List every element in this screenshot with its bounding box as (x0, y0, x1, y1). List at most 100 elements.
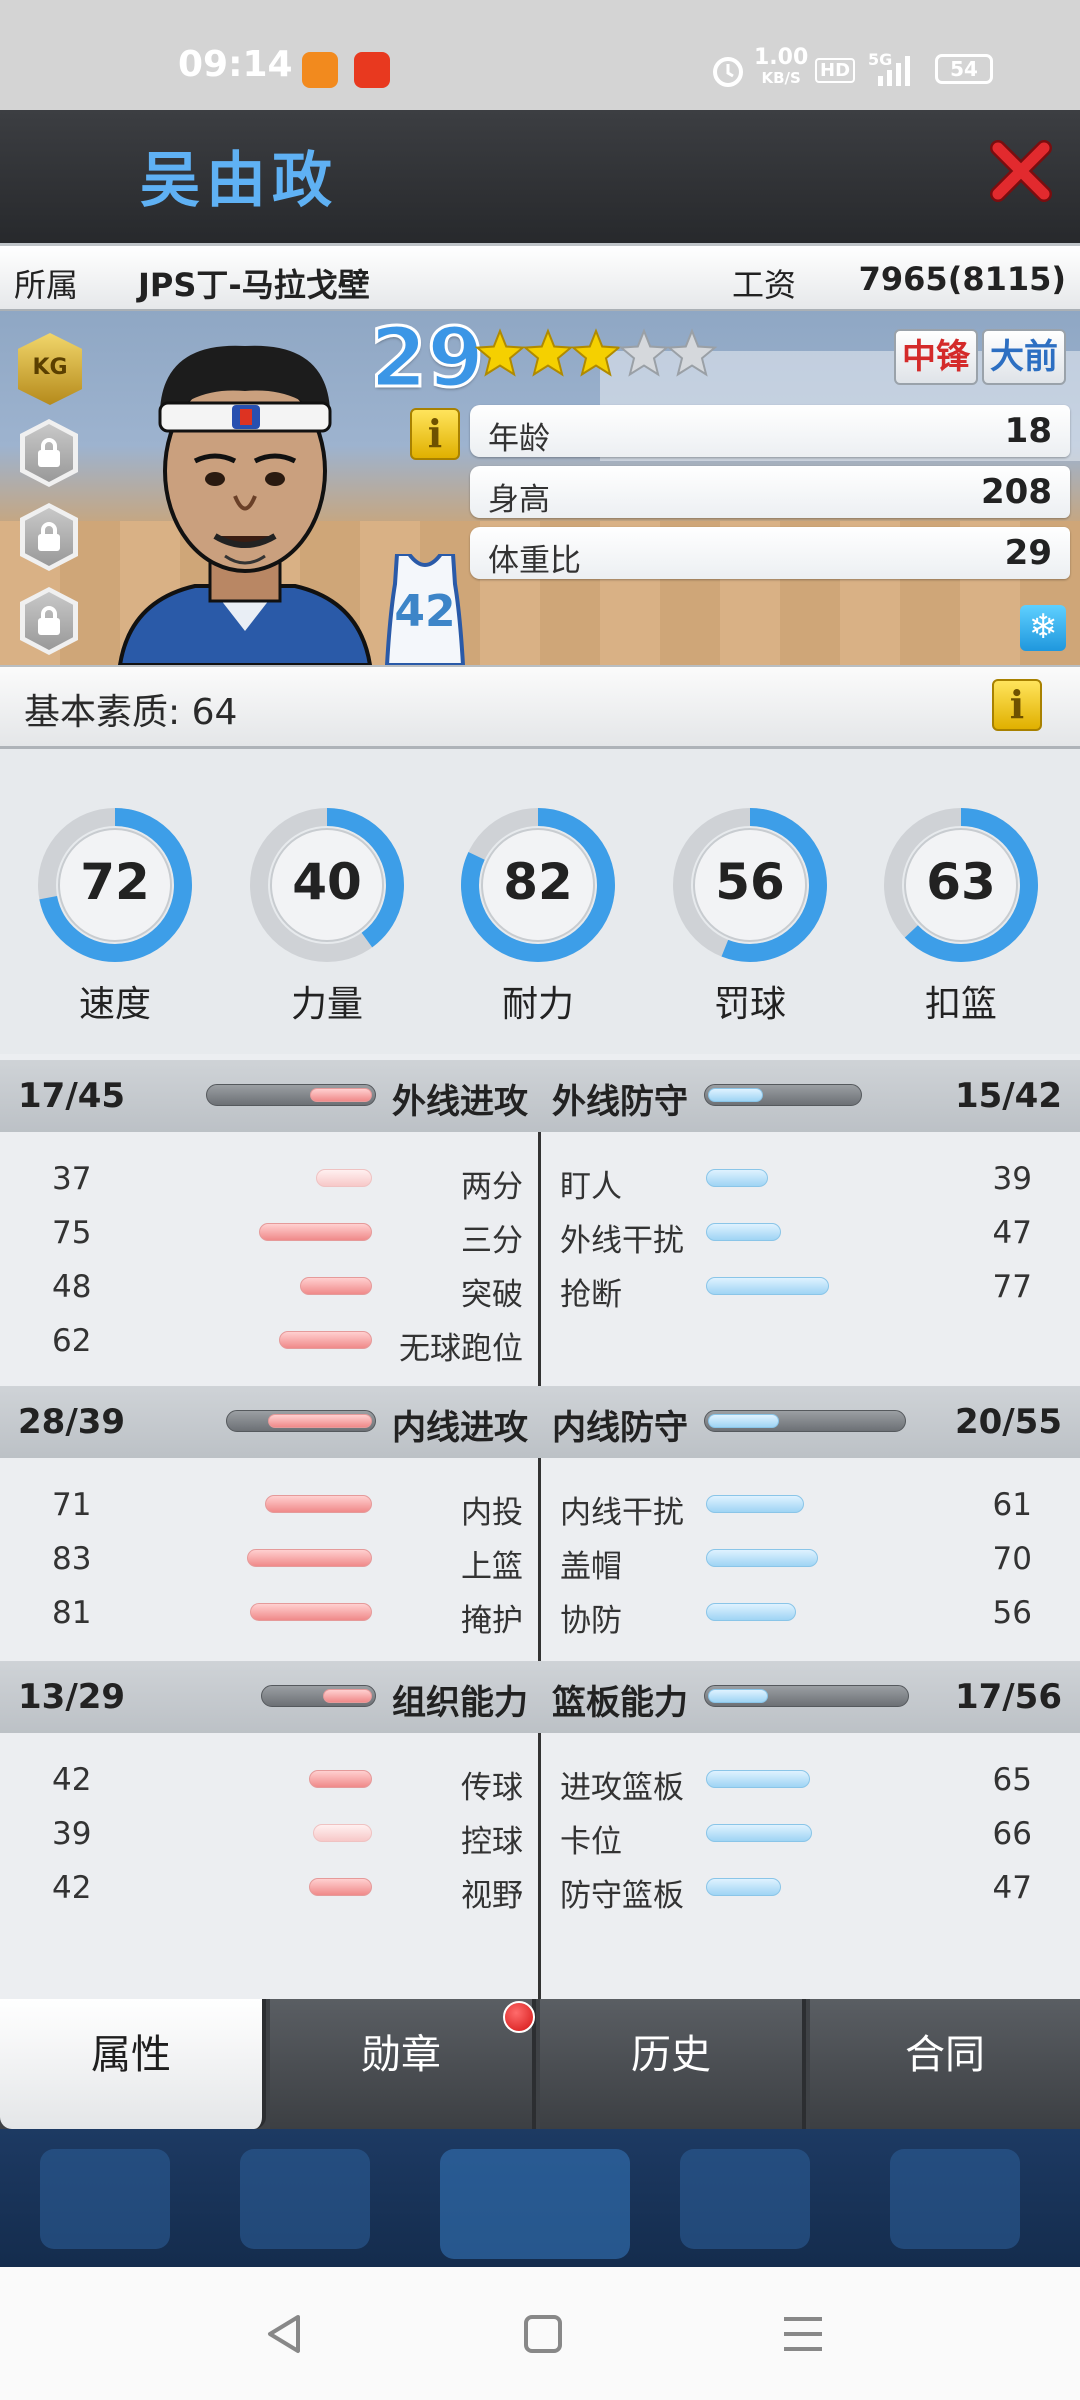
attr-row-right: 抢断 77 (0, 1259, 1080, 1313)
tab-history[interactable]: 历史 (540, 1999, 806, 2129)
base-quality-label: 基本素质: 64 (24, 692, 238, 733)
section-left-title: 外线进攻 (392, 1082, 528, 1122)
attr-value: 65 (992, 1762, 1032, 1798)
gauge-value: 63 (926, 853, 996, 911)
section-left-track (206, 1084, 376, 1106)
attr-row-right: 内线干扰 61 (0, 1477, 1080, 1531)
snowflake-icon[interactable]: ❄ (1020, 605, 1066, 651)
section-left-track (226, 1410, 376, 1432)
attr-row-left: 62 无球跑位 (0, 1313, 1080, 1367)
section-left-fill (310, 1088, 372, 1102)
hd-icon: HD (815, 58, 856, 83)
section-header: 28/39 内线进攻 内线防守 20/55 (0, 1386, 1080, 1458)
position-tag-primary: 中锋 (894, 329, 978, 385)
lock-icon (38, 438, 60, 467)
attr-value: 66 (992, 1816, 1032, 1852)
salary-label: 工资 (732, 266, 797, 304)
section-right-title: 外线防守 (552, 1082, 688, 1122)
team-value: JPS丁-马拉戈壁 (138, 266, 370, 304)
attr-label: 进攻篮板 (560, 1770, 684, 1806)
section-left-score: 13/29 (18, 1677, 126, 1717)
attr-bar (706, 1603, 796, 1621)
gauge-0: 72 速度 (35, 797, 195, 1025)
star-filled-icon (522, 328, 574, 377)
bank-app-icon (354, 52, 390, 88)
system-nav-bar (0, 2267, 1080, 2400)
gauge-3: 56 罚球 (670, 797, 830, 1025)
base-info-button[interactable]: i (992, 679, 1042, 731)
status-time: 09:14 (178, 44, 293, 85)
home-icon[interactable] (520, 2311, 566, 2357)
gauge-label: 力量 (290, 984, 363, 1025)
tab-attributes[interactable]: 属性 (0, 1999, 266, 2129)
gauge-2: 82 耐力 (458, 797, 618, 1025)
star-rating (475, 328, 718, 377)
section-right-score: 17/56 (954, 1677, 1062, 1717)
section-right-fill (708, 1088, 763, 1102)
attr-label: 内线干扰 (560, 1495, 684, 1531)
attribute-panel: 17/45 外线进攻 外线防守 15/42 37 两分 75 三分 48 突破 62 无球跑位 盯人 39… (0, 1054, 1080, 1999)
attr-label: 盖帽 (560, 1549, 622, 1585)
attr-label: 外线干扰 (560, 1223, 684, 1259)
info-button[interactable]: i (410, 408, 460, 460)
attr-row-right: 协防 56 (0, 1585, 1080, 1639)
attr-row-right: 进攻篮板 65 (0, 1752, 1080, 1806)
attr-value: 62 (52, 1323, 92, 1359)
attr-bar (706, 1495, 804, 1513)
locked-slot[interactable] (20, 419, 78, 487)
attr-bar (706, 1169, 768, 1187)
attr-label: 卡位 (560, 1824, 622, 1860)
battery-icon: 54 (935, 54, 993, 84)
attr-bar (706, 1878, 781, 1896)
notification-dot (503, 2001, 535, 2033)
player-avatar (117, 345, 373, 665)
star-filled-icon (570, 328, 622, 377)
status-bar: 09:14 1.00 KB/S HD 5G 54 (0, 0, 1080, 110)
tab-contract[interactable]: 合同 (810, 1999, 1080, 2129)
stat-row-height: 身高 208 (470, 466, 1070, 518)
attr-row-right: 防守篮板 47 (0, 1860, 1080, 1914)
section-left-score: 17/45 (18, 1076, 126, 1116)
attr-row-right: 盯人 39 (0, 1151, 1080, 1205)
signal-icon (878, 56, 910, 86)
info-bar: 所属 JPS丁-马拉戈壁 工资 7965(8115) (0, 243, 1080, 311)
lock-icon (38, 606, 60, 635)
stat-row-age: 年龄 18 (470, 405, 1070, 457)
attr-value: 39 (992, 1161, 1032, 1197)
gauge-1: 40 力量 (247, 797, 407, 1025)
section-right-track (704, 1410, 906, 1432)
gauge-label: 罚球 (713, 984, 786, 1025)
attr-label: 无球跑位 (399, 1331, 523, 1367)
attr-value: 47 (992, 1215, 1032, 1251)
gauge-value: 82 (503, 853, 573, 911)
tab-bar: 属性 勋章 历史 合同 (0, 1999, 1080, 2129)
attr-value: 77 (992, 1269, 1032, 1305)
section-right-track (704, 1685, 909, 1707)
close-icon[interactable] (990, 140, 1052, 202)
star-empty-icon (618, 328, 670, 377)
jersey-number: 42 (394, 586, 456, 637)
back-icon[interactable] (262, 2311, 308, 2357)
gauge-label: 速度 (78, 984, 151, 1025)
menu-icon[interactable] (780, 2313, 826, 2355)
background-menu (0, 2129, 1080, 2267)
attr-label: 防守篮板 (560, 1878, 684, 1914)
section-right-title: 内线防守 (552, 1408, 688, 1448)
overall-rating: 29 (368, 311, 485, 408)
gauge-4: 63 扣篮 (881, 797, 1041, 1025)
base-quality-bar: 基本素质: 64 i (0, 665, 1080, 749)
net-speed: 1.00 KB/S (754, 45, 809, 88)
player-name: 吴由政 (140, 146, 338, 216)
gauge-value: 56 (715, 853, 785, 911)
attr-row-right: 卡位 66 (0, 1806, 1080, 1860)
section-left-title: 内线进攻 (392, 1408, 528, 1448)
attr-label: 协防 (560, 1603, 622, 1639)
blurred-menu-item (440, 2149, 630, 2259)
section-right-fill (708, 1414, 779, 1428)
position-tag-secondary: 大前 (982, 329, 1066, 385)
tab-medals[interactable]: 勋章 (270, 1999, 536, 2129)
attr-bar (706, 1824, 812, 1842)
lock-icon (38, 522, 60, 551)
attr-value: 47 (992, 1870, 1032, 1906)
attr-value: 61 (992, 1487, 1032, 1523)
